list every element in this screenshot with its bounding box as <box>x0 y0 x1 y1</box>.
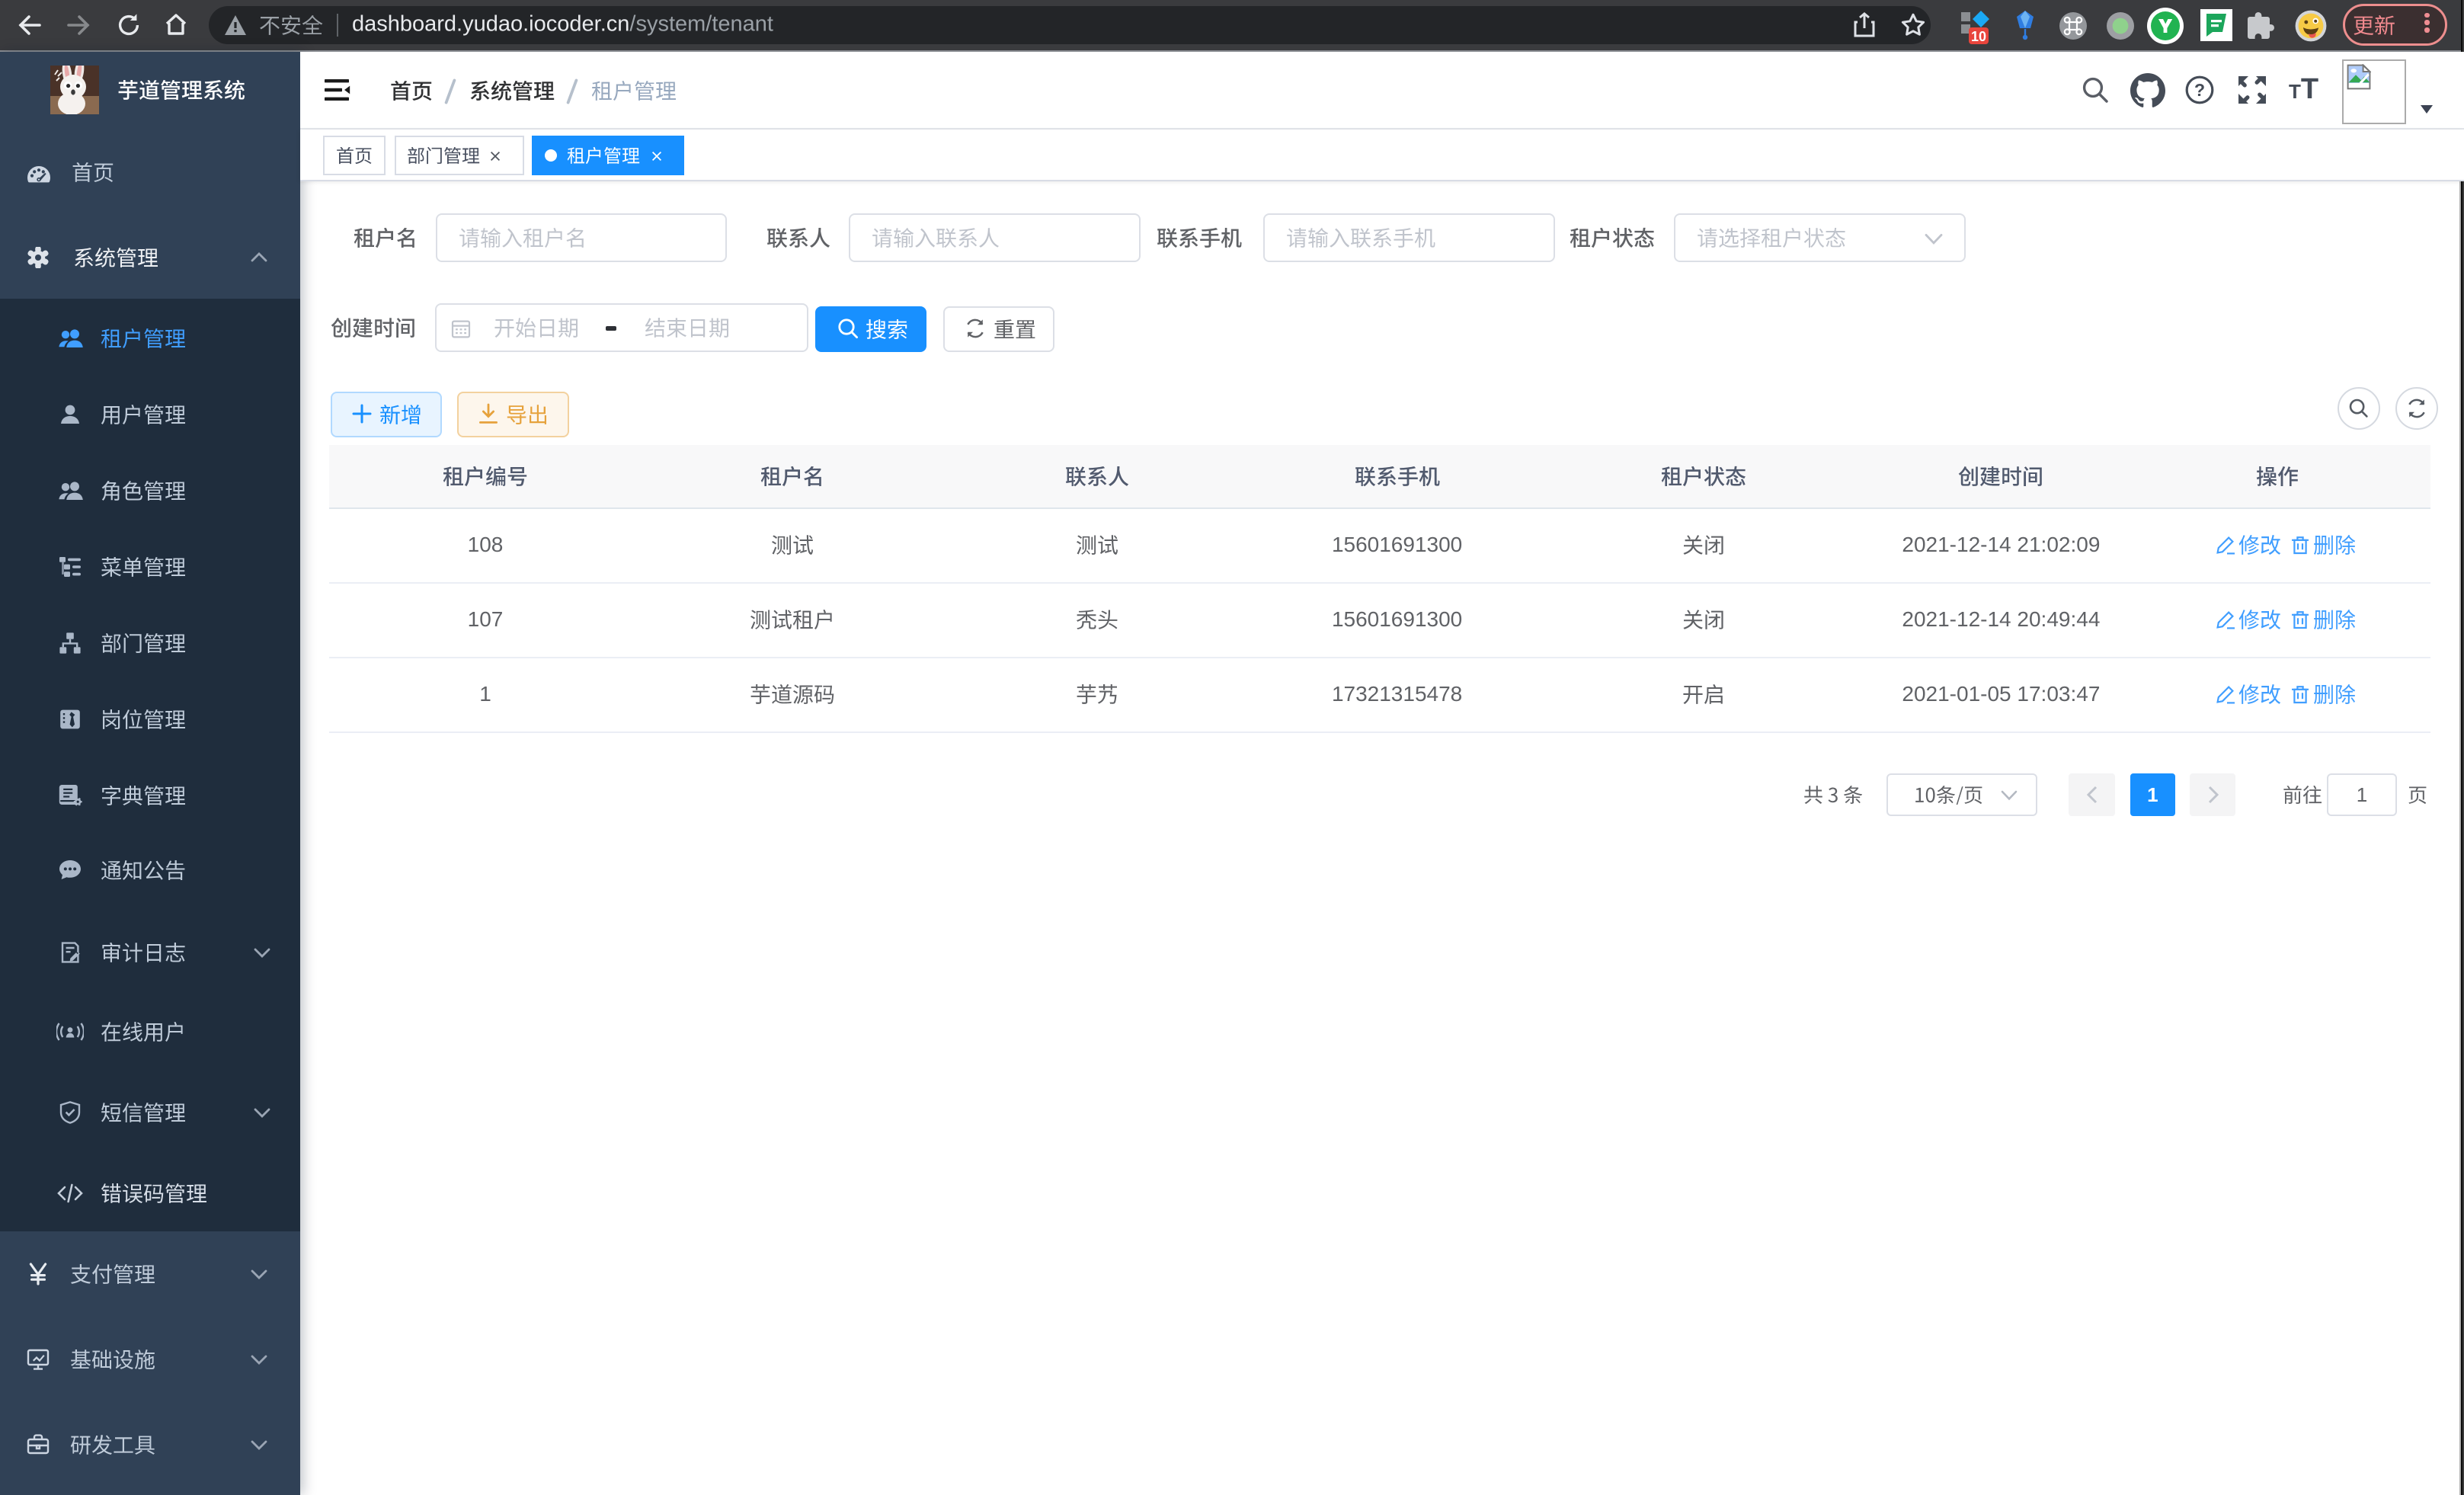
svg-text:10: 10 <box>1971 29 1986 44</box>
svg-text:?: ? <box>2194 80 2205 100</box>
